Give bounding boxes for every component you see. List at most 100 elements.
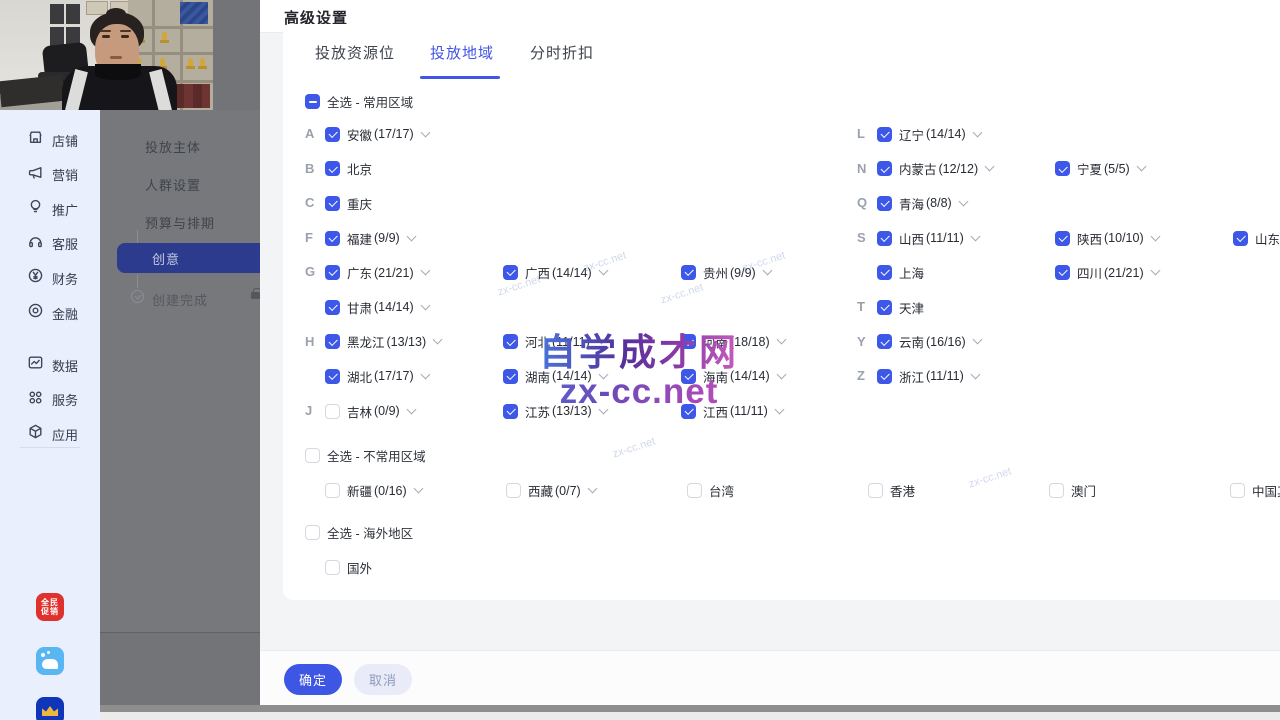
unchecked-checkbox[interactable] [1049, 483, 1064, 498]
uncommon-region-item[interactable]: 台湾 [687, 473, 868, 508]
checked-checkbox[interactable] [503, 404, 518, 419]
checked-checkbox[interactable] [325, 300, 340, 315]
uncommon-region-item[interactable]: 西藏(0/7) [506, 473, 687, 508]
region-item[interactable]: 上海 [877, 255, 1055, 290]
region-item[interactable]: 重庆 [325, 186, 503, 221]
chevron-down-icon[interactable] [970, 370, 980, 380]
chevron-down-icon[interactable] [413, 484, 423, 494]
region-item[interactable]: 江西(11/11) [681, 394, 859, 429]
app-icon-quanmin-cuxiao[interactable]: 全民促销 [36, 593, 64, 621]
checked-checkbox[interactable] [877, 161, 892, 176]
region-item[interactable]: 湖南(14/14) [503, 359, 681, 394]
checked-checkbox[interactable] [877, 334, 892, 349]
chevron-down-icon[interactable] [598, 370, 608, 380]
checked-checkbox[interactable] [681, 369, 696, 384]
region-item[interactable]: 宁夏(5/5) [1055, 152, 1233, 187]
region-item[interactable]: 陕西(10/10) [1055, 221, 1233, 256]
checked-checkbox[interactable] [325, 265, 340, 280]
unchecked-checkbox[interactable] [325, 560, 340, 575]
checked-checkbox[interactable] [325, 161, 340, 176]
chevron-down-icon[interactable] [406, 231, 416, 241]
checked-checkbox[interactable] [681, 265, 696, 280]
region-item[interactable]: 黑龙江(13/13) [325, 325, 503, 360]
chevron-down-icon[interactable] [972, 335, 982, 345]
region-item[interactable]: 广西(14/14) [503, 255, 681, 290]
checked-checkbox[interactable] [503, 334, 518, 349]
region-item[interactable]: 安徽(17/17) [325, 117, 503, 152]
checked-checkbox[interactable] [503, 369, 518, 384]
checked-checkbox[interactable] [1233, 231, 1248, 246]
region-item[interactable]: 河南(18/18) [681, 325, 859, 360]
checked-checkbox[interactable] [325, 231, 340, 246]
sidebar-item-店铺[interactable]: 店铺 [0, 127, 100, 153]
chevron-down-icon[interactable] [1136, 162, 1146, 172]
sidebar-item-应用[interactable]: 应用 [0, 421, 100, 447]
unchecked-checkbox[interactable] [305, 525, 320, 540]
select-all-uncommon-regions[interactable]: 全选 - 不常用区域 [305, 438, 1280, 473]
chevron-down-icon[interactable] [406, 404, 416, 414]
chevron-down-icon[interactable] [598, 266, 608, 276]
tab-time-discount[interactable]: 分时折扣 [530, 42, 594, 63]
region-item[interactable]: 天津 [877, 290, 1055, 325]
uncommon-region-item[interactable]: 澳门 [1049, 473, 1230, 508]
sidebar-item-服务[interactable]: 服务 [0, 387, 100, 413]
chevron-down-icon[interactable] [762, 266, 772, 276]
unchecked-checkbox[interactable] [687, 483, 702, 498]
chevron-down-icon[interactable] [420, 266, 430, 276]
checked-checkbox[interactable] [877, 300, 892, 315]
region-item[interactable]: 湖北(17/17) [325, 359, 503, 394]
checked-checkbox[interactable] [1055, 231, 1070, 246]
cancel-button[interactable]: 取消 [354, 664, 412, 695]
unchecked-checkbox[interactable] [1230, 483, 1245, 498]
checked-checkbox[interactable] [877, 231, 892, 246]
region-item[interactable]: 贵州(9/9) [681, 255, 859, 290]
select-all-common-regions[interactable]: 全选 - 常用区域 [305, 92, 413, 111]
checked-checkbox[interactable] [503, 265, 518, 280]
chevron-down-icon[interactable] [958, 197, 968, 207]
chevron-down-icon[interactable] [587, 484, 597, 494]
checked-checkbox[interactable] [325, 127, 340, 142]
sidebar-item-营销[interactable]: 营销 [0, 162, 100, 188]
region-item[interactable]: 浙江(11/11) [877, 359, 1055, 394]
step-creative-active[interactable]: 创意 [117, 243, 260, 273]
step-create-complete[interactable]: 创建完成 [152, 290, 208, 309]
app-icon-crown[interactable] [36, 697, 64, 720]
checked-checkbox[interactable] [877, 265, 892, 280]
sidebar-item-推广[interactable]: 推广 [0, 196, 100, 222]
sidebar-item-财务[interactable]: 财务 [0, 265, 100, 291]
tab-resource-slots[interactable]: 投放资源位 [315, 42, 395, 63]
region-item[interactable]: 北京 [325, 152, 503, 187]
region-item[interactable]: 海南(14/14) [681, 359, 859, 394]
step-audience-settings[interactable]: 人群设置 [145, 175, 201, 194]
sidebar-item-数据[interactable]: 数据 [0, 352, 100, 378]
checked-checkbox[interactable] [325, 334, 340, 349]
app-icon-whale[interactable] [36, 647, 64, 675]
region-item[interactable]: 四川(21/21) [1055, 255, 1233, 290]
uncommon-region-item[interactable]: 新疆(0/16) [325, 473, 506, 508]
chevron-down-icon[interactable] [1150, 231, 1160, 241]
chevron-down-icon[interactable] [420, 127, 430, 137]
region-item[interactable]: 江苏(13/13) [503, 394, 681, 429]
unchecked-checkbox[interactable] [305, 448, 320, 463]
checked-checkbox[interactable] [1055, 265, 1070, 280]
chevron-down-icon[interactable] [420, 370, 430, 380]
checked-checkbox[interactable] [325, 369, 340, 384]
unchecked-checkbox[interactable] [325, 404, 340, 419]
checked-checkbox[interactable] [877, 127, 892, 142]
unchecked-checkbox[interactable] [325, 483, 340, 498]
region-item[interactable]: 吉林(0/9) [325, 394, 503, 429]
checked-checkbox[interactable] [325, 196, 340, 211]
checked-checkbox[interactable] [681, 404, 696, 419]
chevron-down-icon[interactable] [420, 300, 430, 310]
chevron-down-icon[interactable] [776, 370, 786, 380]
region-item[interactable]: 甘肃(14/14) [325, 290, 503, 325]
sidebar-item-客服[interactable]: 客服 [0, 231, 100, 257]
chevron-down-icon[interactable] [598, 404, 608, 414]
region-item[interactable]: 山东(1 [1233, 221, 1280, 256]
select-all-overseas-regions[interactable]: 全选 - 海外地区 [305, 515, 1280, 550]
unchecked-checkbox[interactable] [506, 483, 521, 498]
step-delivery-subject[interactable]: 投放主体 [145, 137, 201, 156]
chevron-down-icon[interactable] [776, 335, 786, 345]
uncommon-region-item[interactable]: 中国其 [1230, 473, 1280, 508]
confirm-button[interactable]: 确定 [284, 664, 342, 695]
